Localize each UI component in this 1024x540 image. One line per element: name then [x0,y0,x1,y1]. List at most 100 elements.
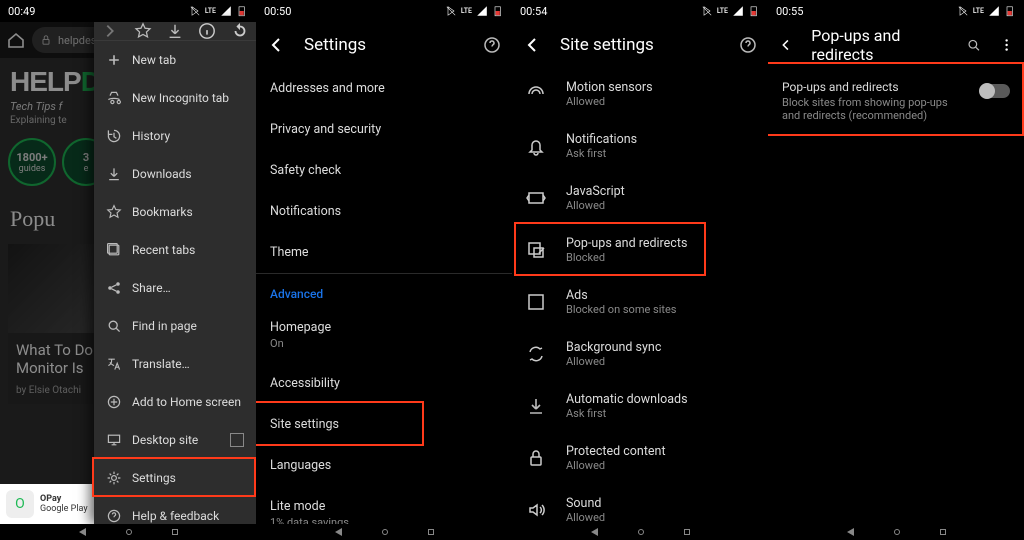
chrome-overflow-menu: New tabNew Incognito tabHistoryDownloads… [94,22,256,524]
forward-icon[interactable] [101,22,119,40]
status-bar: 00:54 LTE [512,0,768,22]
clock: 00:50 [264,5,445,18]
nav-recents-icon[interactable] [172,529,178,535]
site-setting-protected-content[interactable]: Protected contentAllowed [512,432,768,484]
home-icon[interactable] [6,30,26,50]
settings-title: Settings [304,35,366,55]
android-navbar[interactable] [512,524,768,540]
status-bar: 00:49 LTE [0,0,256,22]
settings-item-homepage[interactable]: HomepageOn [256,307,512,363]
site-setting-background-sync[interactable]: Background syncAllowed [512,328,768,380]
menu-item-new-incognito-tab[interactable]: New Incognito tab [94,79,256,117]
status-icons: LTE [701,5,760,17]
site-setting-javascript[interactable]: JavaScriptAllowed [512,172,768,224]
addhome-icon [106,394,122,410]
search-icon[interactable] [966,35,981,55]
nav-recents-icon[interactable] [684,529,690,535]
site-setting-ads[interactable]: AdsBlocked on some sites [512,276,768,328]
panel-site-settings: 00:54 LTE Site settings Motion sensorsAl… [512,0,768,540]
popups-toggle[interactable] [980,84,1010,98]
nav-back-icon[interactable] [335,528,342,536]
desktop-checkbox[interactable] [230,433,244,447]
menu-item-downloads[interactable]: Downloads [94,155,256,193]
help-icon[interactable] [738,35,758,55]
status-icons: LTE [957,5,1016,17]
nav-home-icon[interactable] [382,529,388,535]
site-setting-notifications[interactable]: NotificationsAsk first [512,120,768,172]
ads-icon [526,292,546,312]
stat-circle: 1800+guides [8,138,56,186]
nav-back-icon[interactable] [847,528,854,536]
recent-icon [106,242,122,258]
menu-item-add-to-home-screen[interactable]: Add to Home screen [94,383,256,421]
clock: 00:55 [776,5,957,18]
android-navbar[interactable] [256,524,512,540]
nav-home-icon[interactable] [126,529,132,535]
menu-item-bookmarks[interactable]: Bookmarks [94,193,256,231]
settings-item-addresses-and-more[interactable]: Addresses and more [256,68,512,109]
info-icon[interactable] [198,22,216,40]
status-bar: 00:55 LTE [768,0,1024,22]
site-settings-title: Site settings [560,35,654,55]
site-settings-header: Site settings [512,22,768,68]
gear-icon [106,470,122,486]
nav-recents-icon[interactable] [428,529,434,535]
download-icon[interactable] [166,22,184,40]
clock: 00:54 [520,5,701,18]
nav-home-icon[interactable] [638,529,644,535]
settings-item-privacy-and-security[interactable]: Privacy and security [256,109,512,150]
nav-back-icon[interactable] [79,528,86,536]
menu-item-recent-tabs[interactable]: Recent tabs [94,231,256,269]
nav-home-icon[interactable] [894,529,900,535]
panel-settings: 00:50 LTE Settings Addresses and morePri… [256,0,512,540]
refresh-icon[interactable] [231,22,249,40]
menu-item-history[interactable]: History [94,117,256,155]
download-icon [106,166,122,182]
more-icon[interactable] [999,35,1014,55]
settings-item-notifications[interactable]: Notifications [256,191,512,232]
menu-item-share-[interactable]: Share… [94,269,256,307]
back-icon[interactable] [266,35,286,55]
back-icon[interactable] [522,35,542,55]
help-icon [106,508,122,524]
menu-item-desktop-site[interactable]: Desktop site [94,421,256,459]
popups-toggle-row[interactable]: Pop-ups and redirects Block sites from s… [768,68,1024,134]
popup-icon [526,240,546,260]
settings-item-accessibility[interactable]: Accessibility [256,363,512,404]
popups-row-sub: Block sites from showing pop-ups and red… [782,96,966,122]
android-navbar[interactable] [768,524,1024,540]
help-icon[interactable] [482,35,502,55]
translate-icon [106,356,122,372]
settings-item-safety-check[interactable]: Safety check [256,150,512,191]
site-settings-list: Motion sensorsAllowedNotificationsAsk fi… [512,68,768,540]
site-setting-motion-sensors[interactable]: Motion sensorsAllowed [512,68,768,120]
settings-item-languages[interactable]: Languages [256,445,512,486]
status-bar: 00:50 LTE [256,0,512,22]
star-icon[interactable] [134,22,152,40]
menu-item-new-tab[interactable]: New tab [94,41,256,79]
bell-icon [526,136,546,156]
menu-item-translate-[interactable]: Translate… [94,345,256,383]
js-icon [526,188,546,208]
nav-recents-icon[interactable] [940,529,946,535]
desktop-icon [106,432,122,448]
android-navbar[interactable] [0,524,256,540]
menu-item-find-in-page[interactable]: Find in page [94,307,256,345]
site-setting-pop-ups-and-redirects[interactable]: Pop-ups and redirectsBlocked [512,224,768,276]
panel-popups-redirects: 00:55 LTE Pop-ups and redirects Pop-ups … [768,0,1024,540]
search-icon [106,318,122,334]
status-icons: LTE [189,5,248,17]
section-advanced: Advanced [256,274,512,307]
status-icons: LTE [445,5,504,17]
back-icon[interactable] [778,35,793,55]
clock: 00:49 [8,5,189,18]
menu-item-settings[interactable]: Settings [94,459,256,497]
share-icon [106,280,122,296]
nav-back-icon[interactable] [591,528,598,536]
panel-chrome-menu: 00:49 LTE helpdesk HELPDESK Tech Tips f … [0,0,256,540]
site-setting-automatic-downloads[interactable]: Automatic downloadsAsk first [512,380,768,432]
popups-title: Pop-ups and redirects [811,26,929,64]
download-icon [526,396,546,416]
settings-item-theme[interactable]: Theme [256,232,512,273]
settings-item-site-settings[interactable]: Site settings [256,404,512,445]
